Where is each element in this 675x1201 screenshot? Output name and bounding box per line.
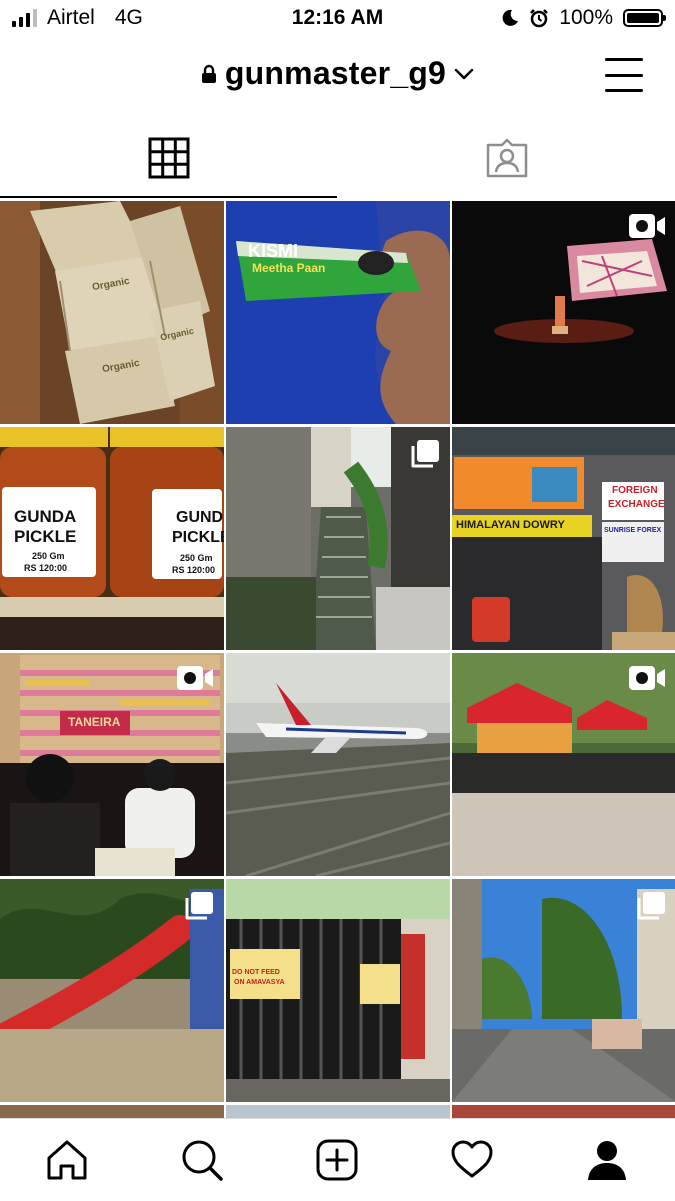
tab-tagged[interactable] xyxy=(338,118,675,198)
post-text: Meetha Paan xyxy=(252,261,326,275)
post-thumbnail[interactable] xyxy=(0,1105,224,1119)
post-thumbnail[interactable] xyxy=(452,653,675,876)
home-tab[interactable] xyxy=(44,1137,90,1183)
post-thumbnail[interactable]: GUNDA PICKLE 250 Gm RS 120:00 GUNDA PICK… xyxy=(0,427,224,650)
post-text: 250 Gm xyxy=(180,553,213,563)
post-text: GUNDA xyxy=(176,509,224,526)
post-text: 250 Gm xyxy=(32,551,65,561)
active-tab-indicator xyxy=(0,196,337,198)
battery-percent: 100% xyxy=(559,6,613,29)
post-text: GUNDA xyxy=(14,507,77,526)
home-icon xyxy=(47,1140,87,1180)
status-right: 100% xyxy=(501,6,666,30)
video-icon xyxy=(628,213,666,244)
post-image xyxy=(226,201,450,424)
post-image xyxy=(226,653,450,876)
carousel-icon xyxy=(410,439,440,474)
tab-grid[interactable] xyxy=(0,118,337,198)
post-thumbnail[interactable] xyxy=(452,1105,675,1119)
status-bar: Airtel 4G 12:16 AM 100% xyxy=(0,0,675,38)
post-text: ON AMAVASYA xyxy=(234,979,285,986)
post-text: PICKLE xyxy=(14,527,77,546)
post-thumbnail[interactable] xyxy=(0,879,224,1102)
post-image xyxy=(452,427,675,650)
activity-tab[interactable] xyxy=(449,1137,495,1183)
post-thumbnail[interactable]: TANEIRA xyxy=(0,653,224,876)
post-image xyxy=(0,201,224,424)
profile-header: gunmaster_g9 xyxy=(0,45,675,109)
post-thumbnail[interactable] xyxy=(226,427,450,650)
posts-grid: Organic Organic Organic KISMI Meetha Paa… xyxy=(0,201,675,1119)
post-text: RS 120:00 xyxy=(172,565,216,575)
post-thumbnail[interactable] xyxy=(452,201,675,424)
post-text: FOREIGN xyxy=(612,485,658,496)
post-thumbnail[interactable]: Organic Organic Organic xyxy=(0,201,224,424)
post-thumbnail[interactable] xyxy=(226,1105,450,1119)
bottom-tab-bar xyxy=(0,1118,675,1201)
post-text: PICKLE xyxy=(172,529,224,546)
post-image xyxy=(226,879,450,1102)
post-text: TANEIRA xyxy=(68,715,121,729)
carousel-icon xyxy=(636,891,666,926)
post-thumbnail[interactable]: DO NOT FEED ON AMAVASYA xyxy=(226,879,450,1102)
lock-icon xyxy=(201,64,216,83)
video-icon xyxy=(176,665,214,696)
post-text: DO NOT FEED xyxy=(232,969,280,976)
profile-icon xyxy=(588,1141,626,1180)
heart-icon xyxy=(451,1140,493,1178)
post-thumbnail[interactable] xyxy=(226,653,450,876)
search-tab[interactable] xyxy=(179,1137,225,1183)
post-text: HIMALAYAN DOWRY xyxy=(456,519,565,531)
post-thumbnail[interactable] xyxy=(452,879,675,1102)
account-switcher[interactable]: gunmaster_g9 xyxy=(0,55,675,92)
moon-icon xyxy=(502,9,519,26)
post-text: SUNRISE FOREX xyxy=(604,527,662,534)
alarm-icon xyxy=(530,9,549,28)
post-thumbnail[interactable]: KISMI Meetha Paan xyxy=(226,201,450,424)
post-text: KISMI xyxy=(248,241,299,261)
post-thumbnail[interactable]: HIMALAYAN DOWRY FOREIGN EXCHANGE SUNRISE… xyxy=(452,427,675,650)
profile-tabs xyxy=(0,118,675,200)
username: gunmaster_g9 xyxy=(224,55,447,91)
carousel-icon xyxy=(184,891,214,926)
tagged-icon xyxy=(486,138,527,178)
chevron-down-icon xyxy=(454,68,474,79)
new-post-tab[interactable] xyxy=(314,1137,360,1183)
add-icon xyxy=(316,1139,358,1181)
post-text: RS 120:00 xyxy=(24,563,68,573)
video-icon xyxy=(628,665,666,696)
battery-icon xyxy=(623,9,666,27)
post-text: EXCHANGE xyxy=(608,499,665,510)
search-icon xyxy=(182,1140,223,1181)
menu-icon[interactable] xyxy=(605,58,643,92)
grid-icon xyxy=(148,137,189,179)
profile-tab[interactable] xyxy=(584,1137,630,1183)
